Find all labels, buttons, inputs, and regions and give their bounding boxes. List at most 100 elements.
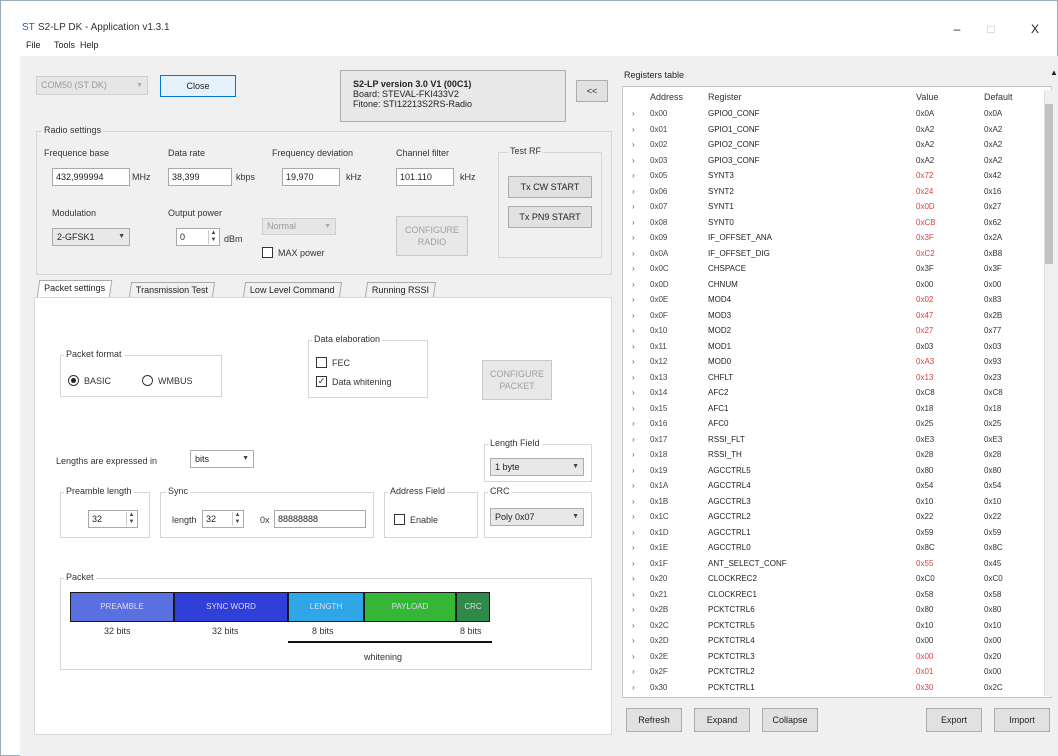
expand-chevron-icon[interactable]: › xyxy=(632,604,635,615)
max-power-checkbox[interactable] xyxy=(262,247,273,258)
table-row[interactable]: › 0x13 CHFLT 0x13 0x23 xyxy=(624,372,1044,383)
expand-chevron-icon[interactable]: › xyxy=(632,651,635,662)
table-row[interactable]: › 0x11 MOD1 0x03 0x03 xyxy=(624,341,1044,352)
spin-arrows-icon[interactable]: ▲ ▼ xyxy=(232,512,242,526)
data-rate-input[interactable]: 38,399 xyxy=(168,168,232,186)
expand-chevron-icon[interactable]: › xyxy=(632,434,635,445)
header-address[interactable]: Address xyxy=(650,92,683,102)
register-value[interactable]: 0x27 xyxy=(916,325,933,336)
register-value[interactable]: 0xC0 xyxy=(916,573,935,584)
register-value[interactable]: 0x00 xyxy=(916,635,933,646)
power-mode-combo[interactable]: Normal ▼ xyxy=(262,218,336,235)
expand-chevron-icon[interactable]: › xyxy=(632,155,635,166)
expand-chevron-icon[interactable]: › xyxy=(632,139,635,150)
expand-chevron-icon[interactable]: › xyxy=(632,248,635,259)
table-row[interactable]: › 0x2E PCKTCTRL3 0x00 0x20 xyxy=(624,651,1044,662)
expand-chevron-icon[interactable]: › xyxy=(632,511,635,522)
table-row[interactable]: › 0x00 GPIO0_CONF 0x0A 0x0A xyxy=(624,108,1044,119)
register-value[interactable]: 0x55 xyxy=(916,558,933,569)
expand-button[interactable]: Expand xyxy=(694,708,750,732)
output-power-stepper[interactable]: 0 ▲ ▼ xyxy=(176,228,220,246)
register-value[interactable]: 0x18 xyxy=(916,403,933,414)
register-value[interactable]: 0xA2 xyxy=(916,155,934,166)
expand-chevron-icon[interactable]: › xyxy=(632,217,635,228)
register-value[interactable]: 0xA2 xyxy=(916,139,934,150)
expand-chevron-icon[interactable]: › xyxy=(632,372,635,383)
crc-combo[interactable]: Poly 0x07 ▼ xyxy=(490,508,584,526)
register-value[interactable]: 0xA3 xyxy=(916,356,934,367)
maximize-button[interactable]: □ xyxy=(968,18,1014,40)
expand-chevron-icon[interactable]: › xyxy=(632,356,635,367)
import-button[interactable]: Import xyxy=(994,708,1050,732)
collapse-button[interactable]: Collapse xyxy=(762,708,818,732)
tab-running-rssi[interactable]: Running RSSI xyxy=(364,282,437,297)
channel-filter-input[interactable]: 101.110 xyxy=(396,168,454,186)
sync-word-input[interactable]: 88888888 xyxy=(274,510,366,528)
register-value[interactable]: 0x8C xyxy=(916,542,935,553)
table-row[interactable]: › 0x0E MOD4 0x02 0x83 xyxy=(624,294,1044,305)
lengths-unit-combo[interactable]: bits ▼ xyxy=(190,450,254,468)
expand-chevron-icon[interactable]: › xyxy=(632,387,635,398)
table-row[interactable]: › 0x03 GPIO3_CONF 0xA2 0xA2 xyxy=(624,155,1044,166)
scroll-up-icon[interactable]: ▲ xyxy=(1050,68,1058,77)
expand-chevron-icon[interactable]: › xyxy=(632,449,635,460)
register-value[interactable]: 0x0A xyxy=(916,108,934,119)
header-default[interactable]: Default xyxy=(984,92,1013,102)
register-value[interactable]: 0x28 xyxy=(916,449,933,460)
register-value[interactable]: 0x58 xyxy=(916,589,933,600)
register-value[interactable]: 0x01 xyxy=(916,666,933,677)
data-whitening-checkbox[interactable]: ✓ xyxy=(316,376,327,387)
table-row[interactable]: › 0x0D CHNUM 0x00 0x00 xyxy=(624,279,1044,290)
header-register[interactable]: Register xyxy=(708,92,742,102)
table-row[interactable]: › 0x0C CHSPACE 0x3F 0x3F xyxy=(624,263,1044,274)
table-row[interactable]: › 0x0A IF_OFFSET_DIG 0xC2 0xB8 xyxy=(624,248,1044,259)
close-window-button[interactable]: X xyxy=(1012,18,1058,40)
register-value[interactable]: 0x72 xyxy=(916,170,933,181)
register-value[interactable]: 0x03 xyxy=(916,341,933,352)
expand-chevron-icon[interactable]: › xyxy=(632,325,635,336)
register-value[interactable]: 0x13 xyxy=(916,372,933,383)
refresh-button[interactable]: Refresh xyxy=(626,708,682,732)
register-value[interactable]: 0xE3 xyxy=(916,434,934,445)
table-row[interactable]: › 0x2B PCKTCTRL6 0x80 0x80 xyxy=(624,604,1044,615)
expand-chevron-icon[interactable]: › xyxy=(632,620,635,631)
expand-chevron-icon[interactable]: › xyxy=(632,170,635,181)
expand-chevron-icon[interactable]: › xyxy=(632,635,635,646)
expand-chevron-icon[interactable]: › xyxy=(632,294,635,305)
expand-chevron-icon[interactable]: › xyxy=(632,573,635,584)
collapse-panel-button[interactable]: << xyxy=(576,80,608,102)
register-value[interactable]: 0x00 xyxy=(916,651,933,662)
register-value[interactable]: 0x10 xyxy=(916,620,933,631)
table-row[interactable]: › 0x02 GPIO2_CONF 0xA2 0xA2 xyxy=(624,139,1044,150)
table-row[interactable]: › 0x07 SYNT1 0x0D 0x27 xyxy=(624,201,1044,212)
table-row[interactable]: › 0x05 SYNT3 0x72 0x42 xyxy=(624,170,1044,181)
fec-checkbox[interactable] xyxy=(316,357,327,368)
tx-pn9-start-button[interactable]: Tx PN9 START xyxy=(508,206,592,228)
table-row[interactable]: › 0x1D AGCCTRL1 0x59 0x59 xyxy=(624,527,1044,538)
address-enable-checkbox[interactable] xyxy=(394,514,405,525)
register-value[interactable]: 0xC2 xyxy=(916,248,935,259)
expand-chevron-icon[interactable]: › xyxy=(632,124,635,135)
length-field-combo[interactable]: 1 byte ▼ xyxy=(490,458,584,476)
com-port-combo[interactable]: COM50 (ST DK) ▼ xyxy=(36,76,148,95)
register-value[interactable]: 0x30 xyxy=(916,682,933,693)
frequency-base-input[interactable]: 432,999994 xyxy=(52,168,130,186)
register-value[interactable]: 0x54 xyxy=(916,480,933,491)
table-row[interactable]: › 0x1E AGCCTRL0 0x8C 0x8C xyxy=(624,542,1044,553)
table-row[interactable]: › 0x17 RSSI_FLT 0xE3 0xE3 xyxy=(624,434,1044,445)
registers-scroll-thumb[interactable] xyxy=(1045,104,1053,264)
expand-chevron-icon[interactable]: › xyxy=(632,310,635,321)
table-row[interactable]: › 0x19 AGCCTRL5 0x80 0x80 xyxy=(624,465,1044,476)
spin-arrows-icon[interactable]: ▲ ▼ xyxy=(126,512,136,526)
basic-radio[interactable] xyxy=(68,375,79,386)
table-row[interactable]: › 0x12 MOD0 0xA3 0x93 xyxy=(624,356,1044,367)
table-row[interactable]: › 0x20 CLOCKREC2 0xC0 0xC0 xyxy=(624,573,1044,584)
expand-chevron-icon[interactable]: › xyxy=(632,186,635,197)
table-row[interactable]: › 0x15 AFC1 0x18 0x18 xyxy=(624,403,1044,414)
register-value[interactable]: 0x02 xyxy=(916,294,933,305)
expand-chevron-icon[interactable]: › xyxy=(632,279,635,290)
expand-chevron-icon[interactable]: › xyxy=(632,527,635,538)
table-row[interactable]: › 0x10 MOD2 0x27 0x77 xyxy=(624,325,1044,336)
table-row[interactable]: › 0x09 IF_OFFSET_ANA 0x3F 0x2A xyxy=(624,232,1044,243)
expand-chevron-icon[interactable]: › xyxy=(632,589,635,600)
